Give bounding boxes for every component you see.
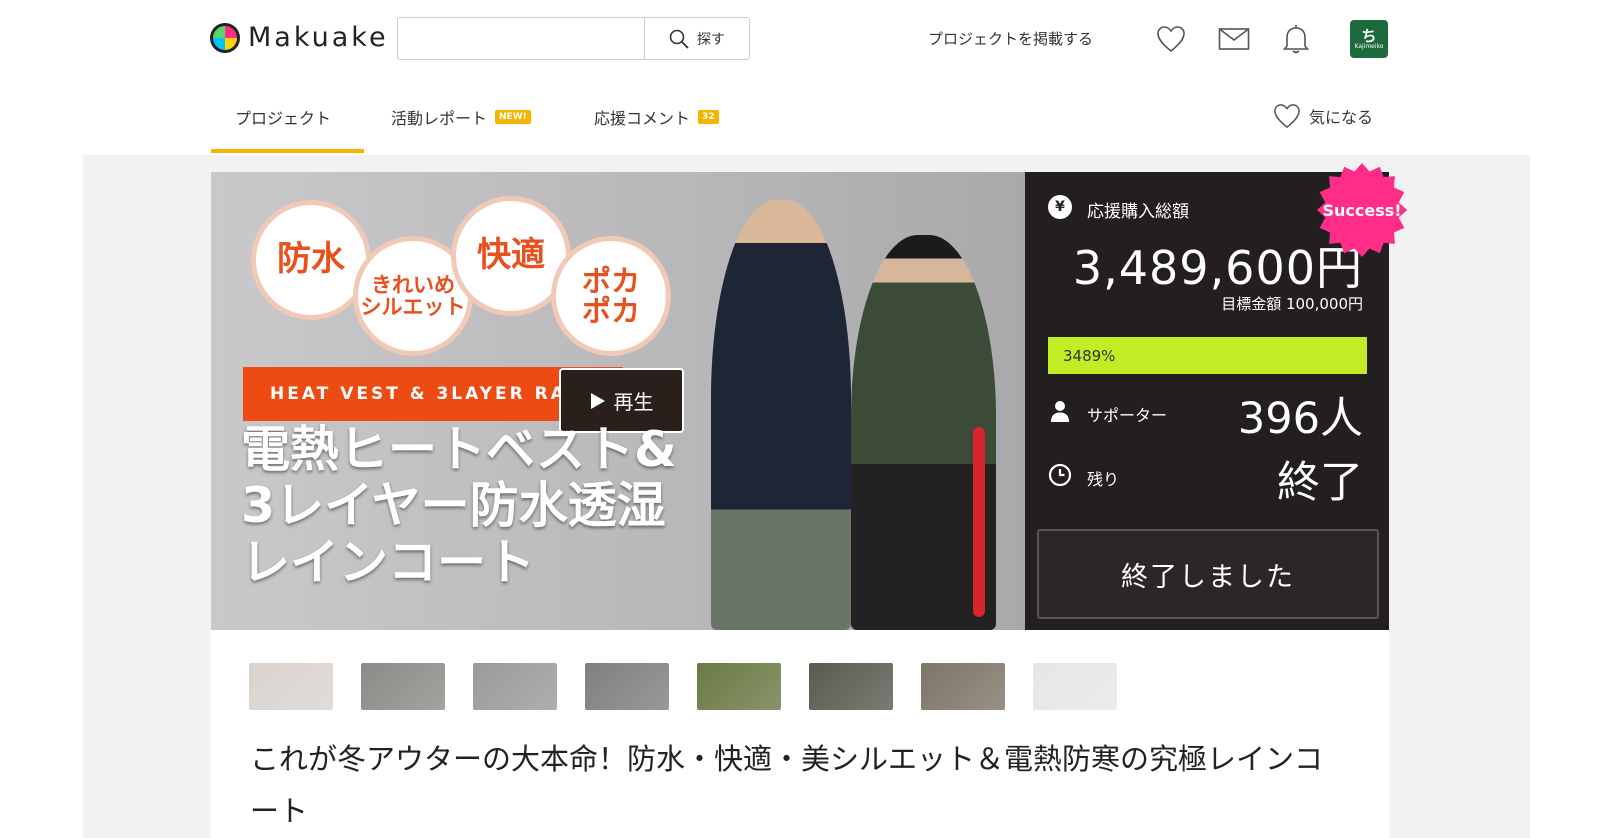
gallery-thumbnail[interactable]: [921, 663, 1005, 710]
campaign-ended-button[interactable]: 終了しました: [1037, 529, 1379, 619]
favorites-heart-icon[interactable]: [1154, 22, 1188, 56]
goal-amount: 目標金額 100,000円: [1221, 295, 1363, 313]
play-icon: [590, 392, 605, 409]
post-project-link[interactable]: プロジェクトを掲載する: [928, 28, 1093, 49]
heart-icon: [1274, 104, 1300, 129]
play-label: 再生: [613, 390, 654, 414]
yen-icon: ¥: [1048, 195, 1072, 219]
gallery-thumbnail[interactable]: [697, 663, 781, 710]
search-button[interactable]: 探す: [644, 18, 749, 59]
progress-bar-fill: 3489%: [1048, 337, 1367, 374]
tab-activity-report[interactable]: 活動レポート NEW!: [391, 105, 531, 129]
tab-label: 応援コメント: [594, 109, 691, 128]
avatar-label: Kajimeiko: [1354, 42, 1384, 50]
makuake-logo[interactable]: Makuake: [210, 22, 389, 53]
site-header: Makuake 探す プロジェクトを掲載する ち Kajimeiko: [0, 0, 1600, 80]
project-hero-image[interactable]: 防水 きれいめ シルエット 快適 ポカ ポカ HEAT VEST & 3LAYE…: [211, 172, 1025, 630]
red-umbrella-image: [973, 427, 985, 617]
clock-icon: [1048, 463, 1072, 487]
search-button-label: 探す: [697, 31, 725, 48]
supporter-person-icon: [1051, 401, 1069, 422]
search-box: 探す: [397, 17, 750, 60]
logo-text: Makuake: [248, 22, 389, 53]
mail-icon[interactable]: [1217, 22, 1251, 56]
gallery-thumbnail[interactable]: [473, 663, 557, 710]
remaining-label: 残り: [1087, 470, 1120, 489]
hero-title: 電熱ヒートベスト& 3レイヤー防水透湿 レインコート: [241, 421, 677, 591]
gallery-thumbnail[interactable]: [585, 663, 669, 710]
progress-bar: 3489%: [1048, 337, 1367, 374]
gallery-thumbnail[interactable]: [809, 663, 893, 710]
gallery-thumbnail[interactable]: [1033, 663, 1117, 710]
project-title: これが冬アウターの大本命！防水・快適・美シルエット＆電熱防寒の究極レインコート: [250, 742, 1324, 829]
tab-support-comments[interactable]: 応援コメント 32: [594, 105, 719, 129]
thumbnail-gallery: [249, 663, 1117, 710]
new-badge: NEW!: [495, 110, 531, 124]
logo-mark-icon: [210, 22, 240, 53]
avatar-mark-icon: ち: [1361, 26, 1377, 45]
hero-title-line: 3レイヤー防水透湿: [241, 477, 666, 535]
supporters-value: 396人: [1237, 394, 1363, 444]
tab-label: 活動レポート: [391, 109, 488, 128]
model-man-image: [711, 200, 851, 630]
favorite-button[interactable]: 気になる: [1273, 103, 1373, 129]
gallery-thumbnail[interactable]: [249, 663, 333, 710]
favorite-label: 気になる: [1309, 108, 1374, 127]
project-tabs: プロジェクト 活動レポート NEW! 応援コメント 32 気になる: [0, 85, 1600, 155]
total-amount: 3,489,600円: [1072, 241, 1363, 295]
search-icon: [669, 29, 689, 49]
hero-title-line: レインコート: [241, 533, 536, 591]
user-avatar[interactable]: ち Kajimeiko: [1350, 20, 1388, 58]
remaining-value: 終了: [1277, 458, 1363, 508]
active-tab-indicator: [211, 149, 364, 153]
tab-project[interactable]: プロジェクト: [235, 105, 331, 129]
comment-count-badge: 32: [698, 110, 719, 124]
total-label: 応援購入総額: [1087, 202, 1189, 222]
hero-title-line: 電熱ヒートベスト&: [241, 421, 677, 478]
tab-label: プロジェクト: [235, 109, 332, 128]
search-input[interactable]: [398, 18, 644, 59]
feature-bubble: ポカ ポカ: [551, 236, 671, 356]
supporters-label: サポーター: [1087, 406, 1168, 425]
notification-bell-icon[interactable]: [1279, 22, 1313, 56]
progress-percent: 3489%: [1063, 346, 1116, 365]
gallery-thumbnail[interactable]: [361, 663, 445, 710]
